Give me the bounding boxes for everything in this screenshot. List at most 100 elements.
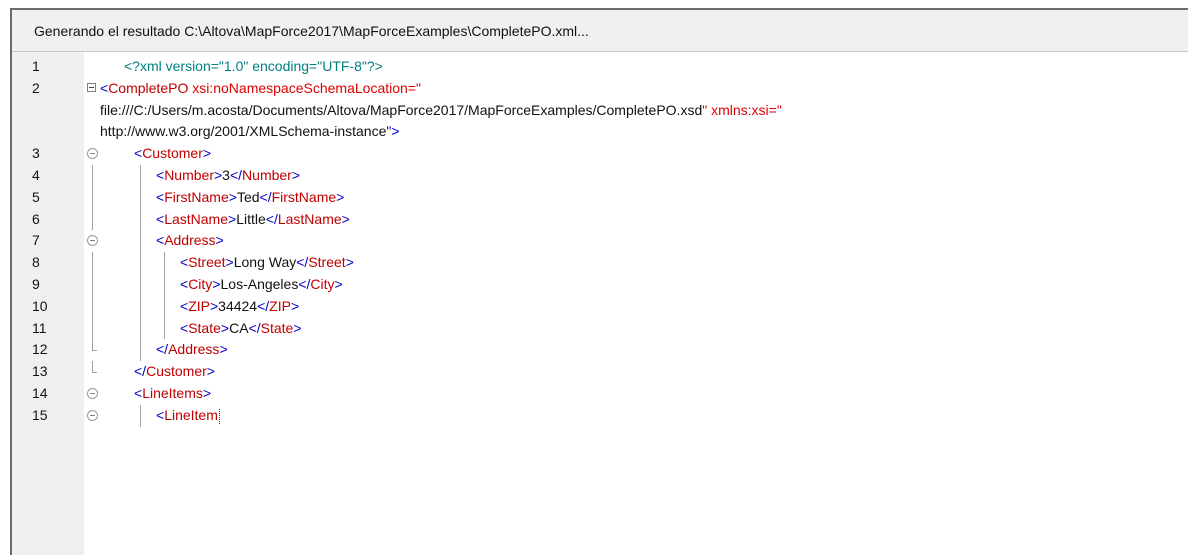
tag-name: Number <box>164 166 214 183</box>
line-number: 12 <box>32 341 48 358</box>
tag-name: City <box>188 275 213 292</box>
indent-guide <box>164 317 165 340</box>
line-content: <Address> <box>156 230 224 252</box>
code-line: 5 <FirstName>Ted</FirstName> <box>12 186 1188 209</box>
tag-bracket: < <box>180 297 189 314</box>
xml-editor[interactable]: 1 <?xml version="1.0" encoding="UTF-8"?>… <box>12 52 1188 555</box>
collapse-toggle-icon[interactable] <box>87 82 96 92</box>
code-line-wrapped: file:///C:/Users/m.acosta/Documents/Alto… <box>12 100 1188 122</box>
line-number: 7 <box>32 232 40 249</box>
fold-guide <box>92 208 93 231</box>
indent-guide <box>140 339 141 362</box>
line-content: <State>CA</State> <box>180 318 302 340</box>
line-number: 3 <box>32 145 40 162</box>
tag-bracket: < <box>156 210 165 227</box>
code-line: 10 <ZIP>34424</ZIP> <box>12 295 1188 318</box>
code-line-wrapped: http://www.w3.org/2001/XMLSchema-instanc… <box>12 121 1188 143</box>
tag-name: LastName <box>277 210 342 227</box>
tag-bracket: > <box>220 319 230 336</box>
tag-name: LineItems <box>142 384 203 401</box>
tag-name: FirstName <box>164 188 229 205</box>
indent-guide <box>140 295 141 318</box>
fold-end-marker <box>92 372 97 374</box>
collapse-toggle-icon[interactable] <box>87 148 98 160</box>
collapse-toggle-icon[interactable] <box>87 235 98 247</box>
line-content: <Street>Long Way</Street> <box>180 252 354 274</box>
tag-name: City <box>310 275 335 292</box>
tag-bracket: < <box>100 79 109 96</box>
tag-name: State <box>260 319 294 336</box>
code-line: 9 <City>Los-Angeles</City> <box>12 273 1188 296</box>
attribute-name: xmlns:xsi=" <box>707 101 782 118</box>
line-content: </Address> <box>156 339 228 361</box>
tag-bracket: > <box>336 188 345 205</box>
tag-bracket: < <box>156 188 165 205</box>
fold-guide <box>92 273 93 296</box>
tag-bracket: </ <box>259 188 272 205</box>
code-line: 13 </Customer> <box>12 361 1188 383</box>
indent-guide <box>140 186 141 209</box>
indent-guide <box>140 317 141 340</box>
fold-guide <box>92 252 93 274</box>
tag-bracket: </ <box>248 319 261 336</box>
fold-guide <box>92 361 93 373</box>
element-text: Los-Angeles <box>220 275 299 292</box>
tag-bracket: < <box>134 384 143 401</box>
tag-name: LineItem <box>164 406 218 423</box>
tag-bracket: < <box>156 232 165 249</box>
code-lines: 1 <?xml version="1.0" encoding="UTF-8"?>… <box>12 56 1188 427</box>
element-text: 34424 <box>218 297 258 314</box>
line-content: <CompletePO xsi:noNamespaceSchemaLocatio… <box>100 78 421 100</box>
tag-bracket: < <box>156 406 165 423</box>
line-content: <?xml version="1.0" encoding="UTF-8"?> <box>124 56 383 78</box>
line-number: 14 <box>32 384 48 401</box>
code-line: 12 </Address> <box>12 339 1188 362</box>
element-text: Long Way <box>233 254 297 271</box>
line-number: 10 <box>32 297 48 314</box>
fold-guide <box>92 186 93 209</box>
tag-name: FirstName <box>271 188 337 205</box>
tag-bracket: > <box>345 254 354 271</box>
tag-name: Street <box>308 254 346 271</box>
tag-name: State <box>188 319 221 336</box>
tag-bracket: > <box>341 210 350 227</box>
tag-bracket: > <box>219 341 228 358</box>
code-line: 2 <CompletePO xsi:noNamespaceSchemaLocat… <box>12 78 1188 100</box>
tag-name: ZIP <box>269 297 291 314</box>
tag-name: Address <box>168 341 220 358</box>
line-number: 6 <box>32 210 40 227</box>
tag-bracket: </ <box>296 254 309 271</box>
line-number: 15 <box>32 406 48 423</box>
line-content: <City>Los-Angeles</City> <box>180 274 343 296</box>
line-number: 1 <box>32 58 40 74</box>
attribute-name: xsi:noNamespaceSchemaLocation=" <box>188 79 421 96</box>
tag-name: Street <box>188 254 226 271</box>
tag-bracket: </ <box>298 275 311 292</box>
line-number: 13 <box>32 363 48 380</box>
code-line: 7 <Address> <box>12 230 1188 253</box>
fold-guide <box>92 339 93 351</box>
attribute-value: file:///C:/Users/m.acosta/Documents/Alto… <box>100 101 703 118</box>
tag-bracket: < <box>180 275 189 292</box>
status-message: Generando el resultado C:\Altova\MapForc… <box>34 22 589 39</box>
tag-bracket: > <box>293 319 302 336</box>
tag-bracket: < <box>180 254 189 271</box>
collapse-toggle-icon[interactable] <box>87 387 98 399</box>
line-content: <LineItems> <box>134 383 211 405</box>
line-content: <ZIP>34424</ZIP> <box>180 296 299 318</box>
tag-name: ZIP <box>188 297 210 314</box>
tag-name: CompletePO <box>108 79 189 96</box>
output-window: Generando el resultado C:\Altova\MapForc… <box>10 8 1188 555</box>
status-bar: Generando el resultado C:\Altova\MapForc… <box>12 10 1188 52</box>
tag-bracket: </ <box>257 297 270 314</box>
code-line: 3 <Customer> <box>12 143 1188 165</box>
line-number: 4 <box>32 166 40 183</box>
tag-bracket: < <box>180 319 189 336</box>
tag-bracket: > <box>225 254 234 271</box>
tag-bracket: > <box>202 145 212 162</box>
tag-bracket: > <box>213 166 223 183</box>
line-content: file:///C:/Users/m.acosta/Documents/Alto… <box>100 100 782 122</box>
collapse-toggle-icon[interactable] <box>87 409 98 421</box>
fold-end-marker <box>92 350 97 352</box>
tag-bracket: </ <box>156 341 169 358</box>
